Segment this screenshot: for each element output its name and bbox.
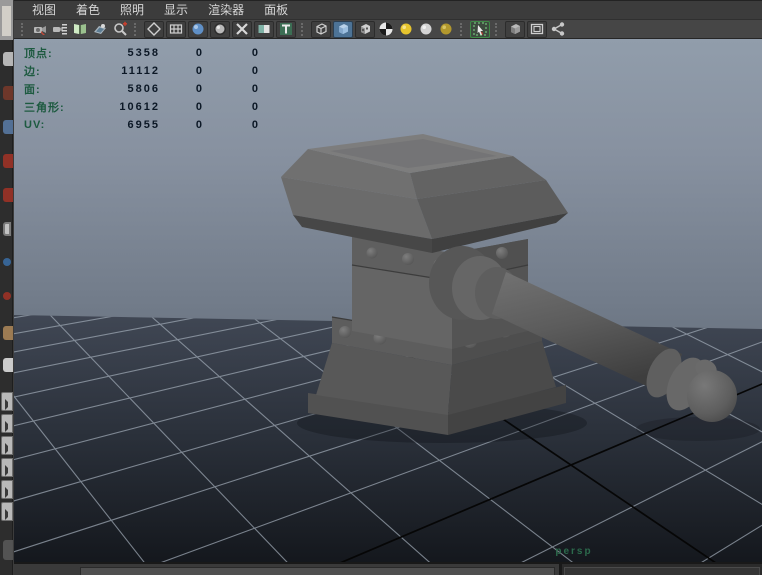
poly-count-hud: 顶点: 5358 0 0 边: 11112 0 0 面: 5806 0 0 三角… [24,44,260,134]
layout-shortcut-button[interactable] [1,480,13,499]
time-slider[interactable] [14,562,559,575]
viewport-canvas[interactable]: 顶点: 5358 0 0 边: 11112 0 0 面: 5806 0 0 三角… [14,38,762,562]
toolbox-fragment-icon[interactable] [3,222,11,236]
maya-window: 视图 着色 照明 显示 渲染器 面板 顶点: 5358 0 0 边: 11112… [0,0,762,575]
camera-name-hud: persp [555,546,593,557]
hud-label: UV: [24,119,46,131]
menu-view[interactable]: 视图 [22,1,66,19]
toolbox-fragment-icon[interactable] [3,188,13,202]
all-lights-icon[interactable] [397,21,415,38]
menu-show[interactable]: 显示 [154,1,198,19]
hud-value-col2: 0 [195,65,204,77]
isolate-select-icon[interactable] [470,20,490,38]
hud-row-edges: 边: 11112 0 0 [24,62,260,80]
select-camera-icon[interactable] [31,21,49,38]
toolbar-grip[interactable] [460,22,465,36]
hammer-model[interactable] [281,134,760,443]
toolbox-fragment-icon[interactable] [3,120,13,134]
time-slider-track[interactable] [80,567,555,575]
hud-label: 三角形: [24,102,65,114]
toolbox-fragment-icon[interactable] [3,86,13,100]
panel-icon-toolbar [14,19,762,38]
toolbox-fragment-icon[interactable] [3,540,13,560]
hud-value-total: 6955 [127,119,160,131]
bookmark-icon[interactable] [71,21,89,38]
hud-row-vertices: 顶点: 5358 0 0 [24,44,260,62]
toolbox-header-inset [2,6,11,36]
hud-value-col3: 0 [251,65,260,77]
camera-gate-icon[interactable] [527,20,547,38]
range-slider-track[interactable] [564,567,760,575]
pan-zoom-icon[interactable] [111,21,129,38]
xray-icon[interactable] [232,20,252,38]
layout-shortcut-button[interactable] [1,414,13,433]
hud-label: 边: [24,66,41,78]
menu-lighting[interactable]: 照明 [110,1,154,19]
layout-shortcut-button[interactable] [1,502,13,521]
camera-attributes-icon[interactable] [51,21,69,38]
wireframe-cube-icon[interactable] [311,20,331,38]
panel-menu-bar: 视图 着色 照明 显示 渲染器 面板 [14,0,762,19]
toolbox-fragment-icon[interactable] [3,52,13,66]
hud-row-triangles: 三角形: 10612 0 0 [24,98,260,116]
toolbar-grip[interactable] [134,22,139,36]
range-slider[interactable] [559,562,762,575]
hud-value-total: 5358 [127,47,160,59]
hud-value-col3: 0 [251,119,260,131]
hud-label: 面: [24,84,41,96]
textured-icon[interactable] [276,20,296,38]
menu-renderer[interactable]: 渲染器 [198,1,254,19]
menu-shading[interactable]: 着色 [66,1,110,19]
smooth-mesh-cube-icon[interactable] [505,20,525,38]
toolbar-grip[interactable] [495,22,500,36]
layout-shortcut-button[interactable] [1,436,13,455]
hud-row-uv: UV: 6955 0 0 [24,116,260,134]
toolbar-grip[interactable] [301,22,306,36]
smooth-shade-icon[interactable] [188,20,208,38]
toolbox-fragment-icon[interactable] [3,326,13,340]
viewport-panel: 视图 着色 照明 显示 渲染器 面板 顶点: 5358 0 0 边: 11112… [14,0,762,575]
hud-value-col2: 0 [195,101,204,113]
hud-value-total: 10612 [119,101,160,113]
layout-shortcut-button[interactable] [1,392,13,411]
hud-value-col2: 0 [195,119,204,131]
hud-value-col2: 0 [195,47,204,59]
wireframe-icon[interactable] [144,20,164,38]
toolbox-header [0,0,13,40]
toolbox-fragment-icon[interactable] [3,292,11,300]
hud-value-total: 11112 [121,65,160,77]
hud-value-col3: 0 [251,47,260,59]
node-connections-icon[interactable] [549,21,567,38]
hud-value-col3: 0 [251,101,260,113]
toolbox-fragment-icon[interactable] [3,358,13,372]
hud-row-faces: 面: 5806 0 0 [24,80,260,98]
hud-value-col2: 0 [195,83,204,95]
image-plane-icon[interactable] [91,21,109,38]
default-material-icon[interactable] [210,20,230,38]
flat-shade-icon[interactable] [166,20,186,38]
default-light-icon[interactable] [417,21,435,38]
hud-value-col3: 0 [251,83,260,95]
menu-panels[interactable]: 面板 [254,1,298,19]
shaded-cube-icon[interactable] [333,20,353,38]
toolbox-fragment-icon[interactable] [3,258,11,266]
hud-label: 顶点: [24,48,53,60]
bottom-slider-strip [14,562,762,575]
flat-light-icon[interactable] [437,21,455,38]
toolbar-grip[interactable] [21,22,26,36]
two-side-lighting-icon[interactable] [254,20,274,38]
left-toolbox[interactable] [0,0,13,575]
layout-shortcut-button[interactable] [1,458,13,477]
material-ball-icon[interactable] [377,21,395,38]
toolbox-fragment-icon[interactable] [3,154,13,168]
textured-cube-icon[interactable] [355,20,375,38]
hud-value-total: 5806 [127,83,160,95]
